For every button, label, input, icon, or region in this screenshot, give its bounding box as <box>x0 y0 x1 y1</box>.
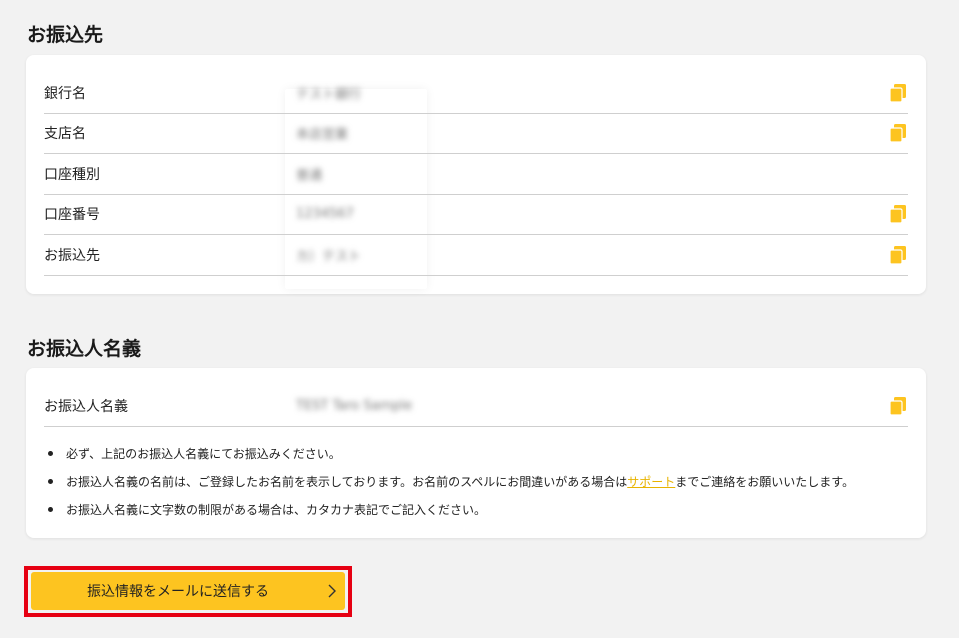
copy-icon[interactable] <box>890 84 906 102</box>
payee-name-value: カ）テスト <box>296 249 362 265</box>
remitter-name-row: お振込人名義 TEST Taro Sample <box>44 386 908 427</box>
remitter-name-card: お振込人名義 TEST Taro Sample 必ず、上記のお振込人名義にてお振… <box>26 368 926 538</box>
section-title-transfer-destination: お振込先 <box>27 24 104 46</box>
account-number-label: 口座番号 <box>44 207 100 223</box>
note-text: 必ず、上記のお振込人名義にてお振込みください。 <box>66 447 341 461</box>
account-type-label: 口座種別 <box>44 167 100 183</box>
bank-name-row: 銀行名 テスト銀行 <box>44 73 908 114</box>
branch-name-row: 支店名 本店営業 <box>44 113 908 154</box>
chevron-right-icon <box>328 584 336 598</box>
remitter-name-value: TEST Taro Sample <box>296 398 413 414</box>
copy-icon[interactable] <box>890 205 906 223</box>
account-number-row: 口座番号 1234567 <box>44 194 908 235</box>
bank-name-value: テスト銀行 <box>296 87 362 103</box>
copy-icon[interactable] <box>890 397 906 415</box>
section-title-remitter-name: お振込人名義 <box>27 338 142 360</box>
copy-icon[interactable] <box>890 246 906 264</box>
note-text: お振込人名義に文字数の制限がある場合は、カタカナ表記でご記入ください。 <box>66 503 487 517</box>
note-text: までご連絡をお願いいたします。 <box>675 475 855 489</box>
transfer-destination-card: 銀行名 テスト銀行 支店名 本店営業 口座種別 普通 口座番号 1234567 … <box>26 55 926 294</box>
remitter-name-label: お振込人名義 <box>44 399 128 415</box>
note-item: 必ず、上記のお振込人名義にてお振込みください。 <box>48 445 908 473</box>
send-info-email-button[interactable]: 振込情報をメールに送信する <box>31 572 345 610</box>
note-item: お振込人名義に文字数の制限がある場合は、カタカナ表記でご記入ください。 <box>48 501 908 529</box>
note-text: お振込人名義の名前は、ご登録したお名前を表示しております。お名前のスペルにお間違… <box>66 475 628 489</box>
payee-name-label: お振込先 <box>44 248 100 264</box>
bank-name-label: 銀行名 <box>44 86 86 102</box>
account-type-row: 口座種別 普通 <box>44 154 908 195</box>
account-number-value: 1234567 <box>296 206 354 222</box>
payee-name-row: お振込先 カ）テスト <box>44 235 908 276</box>
copy-icon[interactable] <box>890 124 906 142</box>
support-link[interactable]: サポート <box>627 475 675 489</box>
account-type-value: 普通 <box>296 168 323 184</box>
branch-name-value: 本店営業 <box>296 127 349 143</box>
remitter-notes-list: 必ず、上記のお振込人名義にてお振込みください。 お振込人名義の名前は、ご登録した… <box>48 445 908 529</box>
send-info-email-label: 振込情報をメールに送信する <box>87 584 269 600</box>
branch-name-label: 支店名 <box>44 126 86 142</box>
note-item: お振込人名義の名前は、ご登録したお名前を表示しております。お名前のスペルにお間違… <box>48 473 908 501</box>
